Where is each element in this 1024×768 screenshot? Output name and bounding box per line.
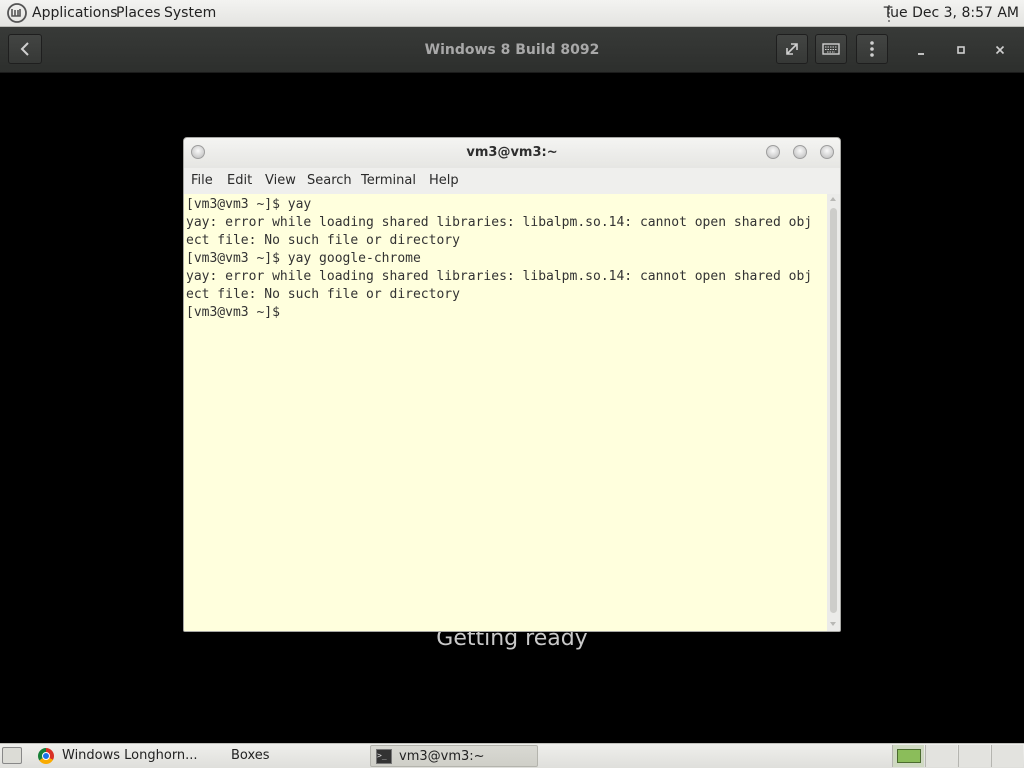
show-desktop-icon[interactable] bbox=[2, 747, 22, 764]
vertical-dots-icon bbox=[870, 41, 874, 57]
terminal-maximize-button[interactable] bbox=[793, 145, 807, 159]
terminal-output[interactable]: [vm3@vm3 ~]$ yay yay: error while loadin… bbox=[184, 194, 827, 322]
workspace-switcher bbox=[892, 745, 1023, 767]
terminal-scrollbar[interactable] bbox=[827, 194, 840, 631]
scroll-up-icon[interactable] bbox=[830, 197, 836, 201]
chrome-icon bbox=[38, 748, 54, 764]
workspace-window-thumbnail bbox=[897, 749, 921, 763]
menu-search[interactable]: Search bbox=[307, 168, 352, 194]
taskbar-item-label: Boxes bbox=[231, 748, 270, 763]
terminal-minimize-button[interactable] bbox=[766, 145, 780, 159]
scroll-down-icon[interactable] bbox=[830, 622, 836, 626]
taskbar-item-terminal[interactable]: >_ vm3@vm3:~ bbox=[370, 745, 538, 767]
vm-title: Windows 8 Build 8092 bbox=[424, 42, 600, 58]
menu-file[interactable]: File bbox=[191, 168, 213, 194]
maximize-icon bbox=[957, 46, 965, 54]
fullscreen-button[interactable] bbox=[776, 34, 808, 64]
taskbar-item-label: Windows Longhorn... bbox=[62, 748, 198, 763]
places-menu[interactable]: Places bbox=[116, 0, 161, 27]
taskbar-item-boxes[interactable]: Boxes bbox=[226, 745, 366, 767]
menu-help[interactable]: Help bbox=[429, 168, 459, 194]
menu-view[interactable]: View bbox=[265, 168, 296, 194]
workspace-1[interactable] bbox=[892, 745, 924, 767]
properties-menu-button[interactable] bbox=[856, 34, 888, 64]
close-icon bbox=[995, 45, 1005, 55]
clock[interactable]: Tue Dec 3, 8:57 AM bbox=[884, 0, 1019, 27]
back-button[interactable] bbox=[8, 34, 42, 64]
menu-edit[interactable]: Edit bbox=[227, 168, 252, 194]
terminal-menubar: File Edit View Search Terminal Help bbox=[184, 168, 840, 194]
top-panel: Applications Places System Tue Dec 3, 8:… bbox=[0, 0, 1024, 27]
chevron-left-icon bbox=[20, 42, 29, 56]
terminal-titlebar[interactable]: vm3@vm3:~ bbox=[184, 138, 840, 168]
fullscreen-icon bbox=[786, 43, 798, 55]
maximize-button[interactable] bbox=[949, 37, 973, 63]
terminal-window: vm3@vm3:~ File Edit View Search Terminal… bbox=[183, 137, 841, 632]
send-keys-button[interactable] bbox=[815, 34, 847, 64]
workspace-2[interactable] bbox=[925, 745, 957, 767]
linux-mint-logo-icon[interactable] bbox=[7, 3, 27, 23]
taskbar-item-label: vm3@vm3:~ bbox=[399, 749, 485, 764]
workspace-3[interactable] bbox=[958, 745, 990, 767]
terminal-title: vm3@vm3:~ bbox=[466, 145, 558, 160]
close-button[interactable] bbox=[988, 37, 1012, 63]
terminal-close-button[interactable] bbox=[820, 145, 834, 159]
workspace-4[interactable] bbox=[991, 745, 1023, 767]
menu-terminal[interactable]: Terminal bbox=[361, 168, 416, 194]
taskbar-item-windows-longhorn[interactable]: Windows Longhorn... bbox=[30, 745, 226, 767]
terminal-output-area[interactable]: [vm3@vm3 ~]$ yay yay: error while loadin… bbox=[184, 194, 827, 631]
system-menu[interactable]: System bbox=[164, 0, 216, 27]
terminal-icon: >_ bbox=[376, 749, 392, 764]
bottom-panel: Windows Longhorn... Boxes >_ vm3@vm3:~ bbox=[0, 743, 1024, 768]
scrollbar-thumb[interactable] bbox=[830, 208, 837, 613]
boxes-header-bar: Windows 8 Build 8092 bbox=[0, 27, 1024, 73]
minimize-button[interactable] bbox=[909, 37, 933, 63]
applications-menu[interactable]: Applications bbox=[32, 0, 118, 27]
keyboard-icon bbox=[822, 43, 840, 55]
minimize-icon bbox=[918, 53, 924, 55]
